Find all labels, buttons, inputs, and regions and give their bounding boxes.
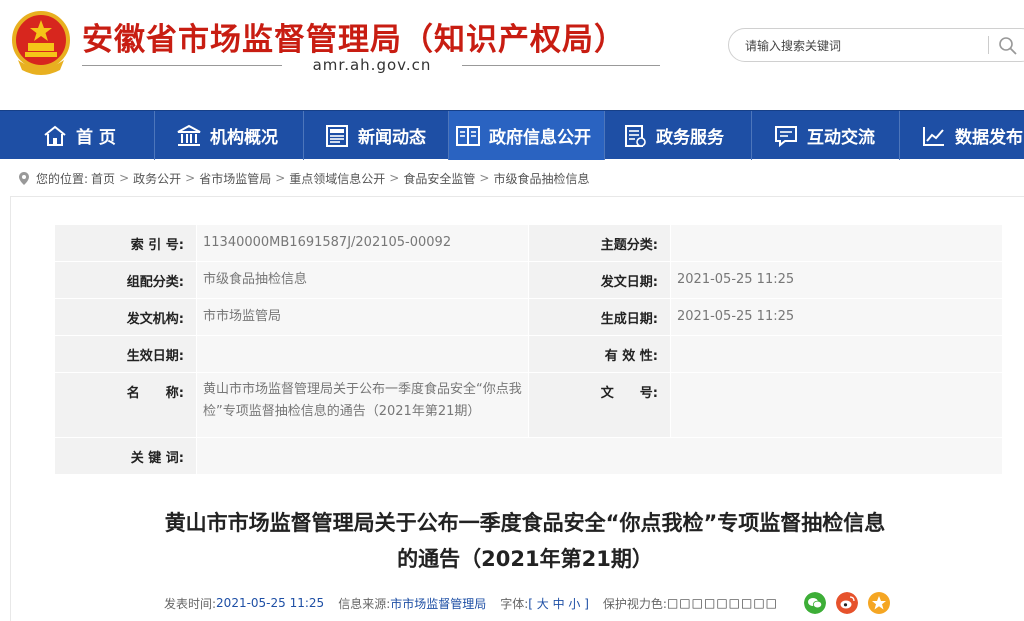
location-pin-icon [19,171,29,185]
meta-value-org: 市市场监管局 [196,298,529,336]
meta-label-category: 组配分类: [54,261,197,299]
national-emblem-icon [12,11,70,75]
breadcrumb-separator: > [185,171,196,185]
nav-item-label: 机构概况 [210,128,278,148]
document-metadata-table: 索 引 号: 11340000MB1691587J/202105-00092 主… [54,224,1003,475]
meta-value-issue-date: 2021-05-25 11:25 [670,261,1003,299]
article-info-bar: 发表时间: 2021-05-25 11:25 信息来源: 市市场监督管理局 字体… [164,592,792,614]
meta-label-keywords: 关 键 词: [54,437,197,475]
publish-time-value: 2021-05-25 11:25 [216,596,325,610]
article-title-line: 黄山市市场监督管理局关于公布一季度食品安全“你点我检”专项监督抽检信息 [164,511,886,535]
nav-item-label: 政府信息公开 [489,128,591,148]
breadcrumb-item-food-safety[interactable]: 食品安全监管 [403,170,475,187]
meta-value-created: 2021-05-25 11:25 [670,298,1003,336]
meta-value-topic [670,224,1003,262]
domain-divider-right [462,65,660,66]
meta-label-org: 发文机构: [54,298,197,336]
nav-divider [604,111,605,160]
nav-item-label: 互动交流 [807,128,875,148]
article-title: 黄山市市场监督管理局关于公布一季度食品安全“你点我检”专项监督抽检信息 的通告（… [40,505,1010,577]
main-nav: 首 页 机构概况 新闻动态 政府信息公开 政务服务 互动交流 数据发布 [0,110,1024,160]
search-box [728,28,1024,62]
meta-label-topic: 主题分类: [528,224,671,262]
building-icon [177,124,201,146]
meta-value-index: 11340000MB1691587J/202105-00092 [196,224,529,262]
chat-icon [775,125,797,147]
meta-value-effective [196,335,529,373]
nav-item-label: 首 页 [76,128,116,148]
news-icon [326,124,348,147]
nav-item-label: 数据发布 [955,128,1023,148]
meta-value-name: 黄山市市场监督管理局关于公布一季度食品安全“你点我检”专项监督抽检信息的通告（2… [196,372,529,438]
nav-divider [899,111,900,160]
breadcrumb: 您的位置: 首页 > 政务公开 > 省市场监管局 > 重点领域信息公开 > 食品安全监管… [18,170,592,186]
source-label: 信息来源: [338,596,391,611]
meta-row: 关 键 词: [54,437,1003,475]
meta-label-issue-date: 发文日期: [528,261,671,299]
breadcrumb-item-home[interactable]: 首页 [91,170,115,187]
favorite-star-icon[interactable] [868,592,890,614]
nav-item-data[interactable]: 数据发布 [921,111,1023,160]
meta-label-created: 生成日期: [528,298,671,336]
nav-item-label: 政务服务 [656,128,724,148]
search-input[interactable] [745,37,985,55]
site-title: 安徽省市场监督管理局（知识产权局） [82,22,626,58]
search-divider [988,36,989,54]
nav-item-gov-info[interactable]: 政府信息公开 [449,111,604,160]
font-size-options[interactable]: [ 大 中 小 ] [528,595,589,612]
gov-info-icon [456,125,480,146]
meta-row: 索 引 号: 11340000MB1691587J/202105-00092 主… [54,224,1003,262]
weibo-share-icon[interactable] [836,592,858,614]
breadcrumb-item-city-inspection[interactable]: 市级食品抽检信息 [493,170,589,187]
site-domain: amr.ah.gov.cn [312,56,432,74]
chart-icon [923,126,944,146]
breadcrumb-item-public-affairs[interactable]: 政务公开 [133,170,181,187]
breadcrumb-prefix: 您的位置: [36,171,89,186]
publish-time-label: 发表时间: [164,596,217,611]
breadcrumb-separator: > [275,171,286,185]
nav-item-news[interactable]: 新闻动态 [324,111,426,160]
font-size-label: 字体: [500,596,529,611]
meta-row: 发文机构: 市市场监管局 生成日期: 2021-05-25 11:25 [54,298,1003,336]
meta-row: 生效日期: 有 效 性: [54,335,1003,373]
meta-label-name: 名 称: [54,372,197,438]
article-title-line: 的通告（2021年第21期） [397,547,653,571]
meta-value-category: 市级食品抽检信息 [196,261,529,299]
nav-item-home[interactable]: 首 页 [42,111,116,160]
site-header: 安徽省市场监督管理局（知识产权局） amr.ah.gov.cn [0,0,1024,110]
nav-divider [154,111,155,160]
nav-item-interaction[interactable]: 互动交流 [773,111,875,160]
breadcrumb-separator: > [479,171,490,185]
meta-value-validity [670,335,1003,373]
meta-row: 组配分类: 市级食品抽检信息 发文日期: 2021-05-25 11:25 [54,261,1003,299]
wechat-share-icon[interactable] [804,592,826,614]
meta-value-docno [670,372,1003,438]
source-value[interactable]: 市市场监督管理局 [390,595,486,612]
nav-item-label: 新闻动态 [358,128,426,148]
nav-divider [303,111,304,160]
home-icon [44,125,66,146]
breadcrumb-item-key-areas[interactable]: 重点领域信息公开 [289,170,385,187]
meta-label-index: 索 引 号: [54,224,197,262]
breadcrumb-separator: > [389,171,400,185]
meta-value-keywords [196,437,1003,475]
meta-label-docno: 文 号: [528,372,671,438]
site-domain-row: amr.ah.gov.cn [82,56,660,76]
search-icon[interactable] [998,36,1018,56]
eye-care-label: 保护视力色: [602,596,667,611]
breadcrumb-separator: > [119,171,130,185]
service-icon [625,124,646,147]
breadcrumb-item-provincial-bureau[interactable]: 省市场监管局 [199,170,271,187]
eye-care-swatches[interactable]: □□□□□□□□□ [667,596,778,610]
meta-label-validity: 有 效 性: [528,335,671,373]
nav-item-about[interactable]: 机构概况 [176,111,278,160]
meta-row: 名 称: 黄山市市场监督管理局关于公布一季度食品安全“你点我检”专项监督抽检信息… [54,372,1003,438]
meta-label-effective: 生效日期: [54,335,197,373]
nav-divider [751,111,752,160]
domain-divider-left [82,65,282,66]
nav-item-services[interactable]: 政务服务 [622,111,724,160]
